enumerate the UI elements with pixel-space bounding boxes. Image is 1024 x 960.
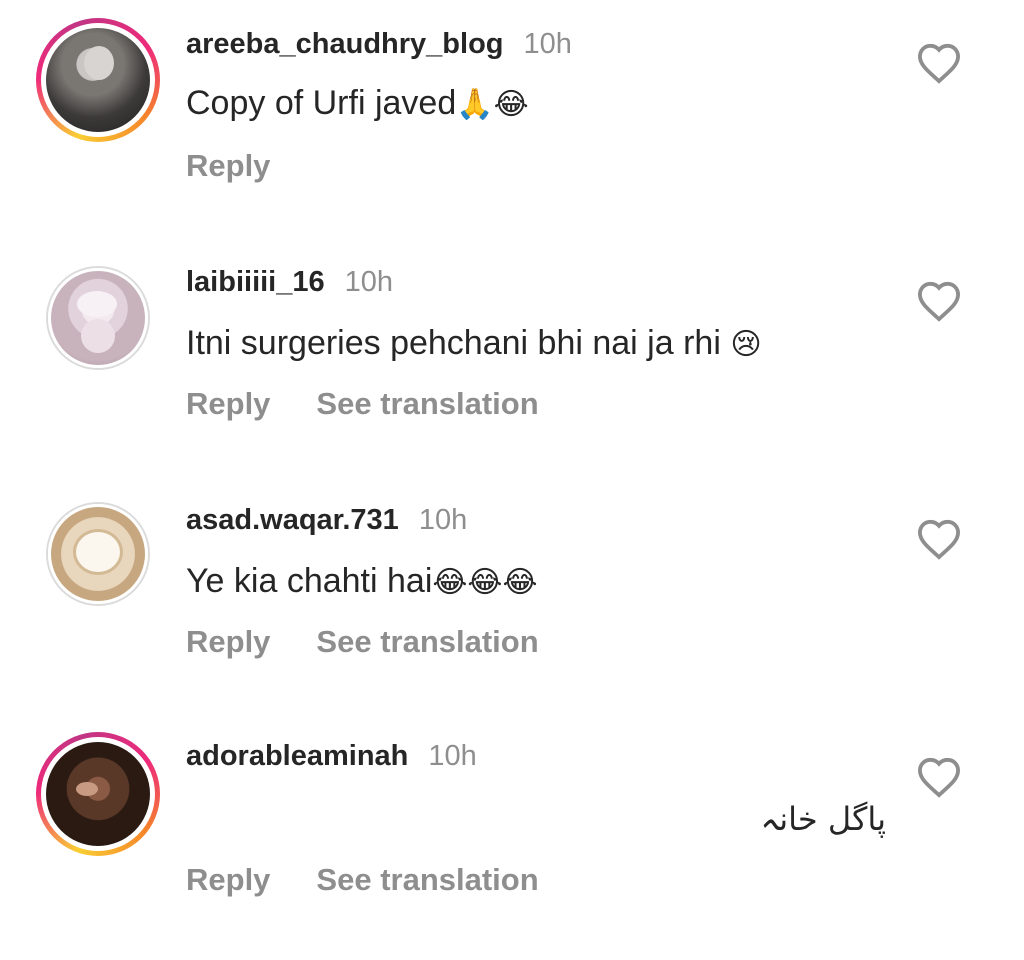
comment-username[interactable]: asad.waqar.731 10h — [186, 504, 467, 537]
comment-time: 10h — [428, 740, 477, 772]
profile-photo — [46, 28, 150, 132]
emoji: 😂😂😂 — [432, 565, 538, 600]
comment-actions: Reply — [186, 148, 270, 184]
comment-item: asad.waqar.731 10h Ye kia chahti hai😂😂😂 R… — [0, 476, 1024, 714]
heart-outline-icon[interactable] — [916, 518, 962, 560]
comment-time: 10h — [418, 504, 468, 536]
comment-time: 10h — [523, 28, 572, 60]
comment-username[interactable]: laibiiiii_16 10h — [186, 266, 393, 299]
reply-button[interactable]: Reply — [186, 862, 270, 897]
comment-text: Copy of Urfi javed🙏😂 — [186, 84, 529, 122]
heart-outline-icon[interactable] — [916, 280, 962, 322]
avatar[interactable] — [36, 18, 160, 142]
avatar[interactable] — [46, 502, 150, 606]
reply-button[interactable]: Reply — [186, 386, 270, 421]
heart-outline-icon[interactable] — [916, 42, 962, 84]
comment-item: areeba_chaudhry_blog 10h Copy of Urfi jav… — [0, 0, 1024, 238]
see-translation-button[interactable]: See translation — [316, 862, 538, 897]
comment-actions: Reply See translation — [186, 386, 539, 422]
comment-username[interactable]: adorableaminah 10h — [186, 740, 477, 773]
heart-outline-icon[interactable] — [916, 756, 962, 798]
avatar[interactable] — [36, 732, 160, 856]
comment-time: 10h — [344, 266, 394, 298]
comment-username[interactable]: areeba_chaudhry_blog 10h — [186, 28, 572, 61]
comment-text: پاگل خانہ — [760, 800, 886, 838]
comment-item: laibiiiii_16 10h Itni surgeries pehchani … — [0, 238, 1024, 476]
comment-text: Itni surgeries pehchani bhi nai ja rhi 😢 — [186, 324, 762, 362]
reply-button[interactable]: Reply — [186, 148, 270, 183]
profile-photo — [51, 507, 145, 601]
comment-actions: Reply See translation — [186, 862, 539, 898]
comment-item: adorableaminah 10h پاگل خانہ Reply See tra… — [0, 714, 1024, 952]
profile-photo — [51, 271, 145, 365]
comment-text: Ye kia chahti hai😂😂😂 — [186, 562, 538, 600]
profile-photo — [46, 742, 150, 846]
avatar[interactable] — [46, 266, 150, 370]
emoji: 🙏😂 — [456, 87, 529, 122]
reply-button[interactable]: Reply — [186, 624, 270, 659]
see-translation-button[interactable]: See translation — [316, 386, 538, 421]
emoji: 😢 — [730, 327, 762, 362]
comment-actions: Reply See translation — [186, 624, 539, 660]
see-translation-button[interactable]: See translation — [316, 624, 538, 659]
